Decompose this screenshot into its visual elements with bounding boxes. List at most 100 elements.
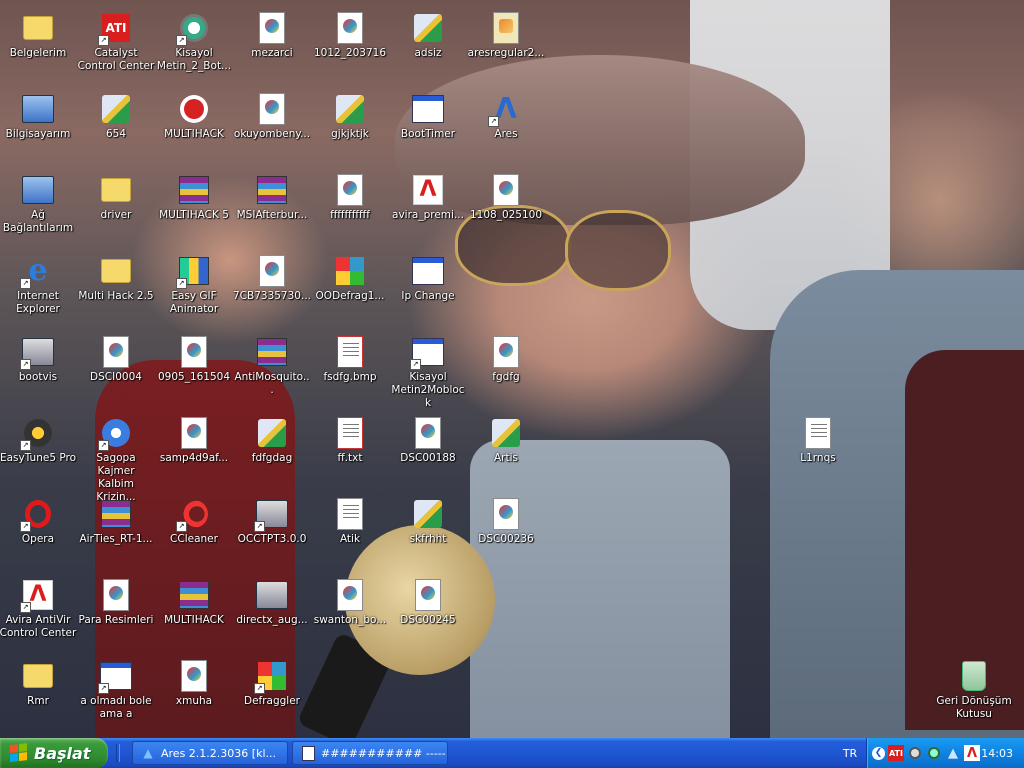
- desktop-icon-label: avira_premi...: [392, 209, 464, 221]
- desktop-icon[interactable]: OODefrag1...: [311, 255, 389, 303]
- desktop-icon-label: Bilgisayarım: [5, 128, 71, 140]
- ares-tray-icon[interactable]: ▲: [945, 745, 961, 761]
- desktop-icon[interactable]: Λ ↗ Avira AntiVir Control Center: [0, 579, 77, 640]
- desktop-icon[interactable]: ↗ bootvis: [0, 336, 77, 384]
- tray-icon-4[interactable]: [926, 745, 942, 761]
- desktop-icon[interactable]: okuyombeny...: [233, 93, 311, 141]
- image-file-icon: [256, 255, 288, 287]
- desktop-icon-label: Ip Change: [401, 290, 455, 302]
- desktop-icon[interactable]: fsdfg.bmp: [311, 336, 389, 384]
- desktop-icon-label: Belgelerim: [9, 47, 67, 59]
- desktop-icon[interactable]: Geri Dönüşüm Kutusu: [935, 660, 1013, 721]
- window-icon: ↗: [98, 660, 132, 694]
- shortcut-arrow-icon: ↗: [20, 440, 31, 451]
- desktop-icon[interactable]: directx_aug...: [233, 579, 311, 627]
- desktop-icon[interactable]: mezarci: [233, 12, 311, 60]
- clock[interactable]: 14:03: [981, 747, 1013, 760]
- desktop-icon[interactable]: 654: [77, 93, 155, 141]
- notepad-icon: [301, 745, 315, 761]
- start-label: Başlat: [34, 743, 91, 763]
- shortcut-arrow-icon: ↗: [254, 683, 265, 694]
- desktop-icon[interactable]: ↗ CCleaner: [155, 498, 233, 546]
- desktop-icon-label: AntiMosquito...: [234, 371, 310, 396]
- ati-tray-icon[interactable]: ATI: [888, 745, 904, 761]
- desktop-icon[interactable]: MSIAfterbur...: [233, 174, 311, 222]
- gif-animator-icon: ↗: [176, 255, 210, 289]
- desktop-icon[interactable]: ↗ Easy GIF Animator: [155, 255, 233, 316]
- shortcut-arrow-icon: ↗: [20, 521, 31, 532]
- desktop-icon[interactable]: ff.txt: [311, 417, 389, 465]
- system-tray: ❮ ATI ▲ Λ 14:03: [866, 738, 1024, 768]
- desktop-icon[interactable]: ↗ Sagopa Kajmer Kalbim Krizin...: [77, 417, 155, 504]
- desktop-icon[interactable]: 1108_025100: [467, 174, 545, 222]
- desktop-icon[interactable]: Ip Change: [389, 255, 467, 303]
- desktop-icon[interactable]: Para Resimleri: [77, 579, 155, 627]
- desktop-icon[interactable]: driver: [77, 174, 155, 222]
- desktop-icon[interactable]: 7CB7335730...: [233, 255, 311, 303]
- desktop-icon[interactable]: Atik: [311, 498, 389, 546]
- desktop-icon[interactable]: AirTies_RT-1...: [77, 498, 155, 546]
- desktop-icon[interactable]: AntiMosquito...: [233, 336, 311, 397]
- shortcut-arrow-icon: ↗: [254, 521, 265, 532]
- desktop-icon[interactable]: MULTIHACK: [155, 93, 233, 141]
- desktop-icon[interactable]: fffffffffff: [311, 174, 389, 222]
- desktop-icon[interactable]: e ↗ Internet Explorer: [0, 255, 77, 316]
- desktop-icon[interactable]: xmuha: [155, 660, 233, 708]
- desktop-icon[interactable]: gjkjktjk: [311, 93, 389, 141]
- desktop-icon-label: adsiz: [414, 47, 442, 59]
- window-icon: [412, 93, 444, 125]
- desktop-icon[interactable]: Belgelerim: [0, 12, 77, 60]
- desktop-icon[interactable]: ↗ EasyTune5 Pro: [0, 417, 77, 465]
- desktop-icon[interactable]: fgdfg: [467, 336, 545, 384]
- image-file-icon: [334, 174, 366, 206]
- desktop-icon[interactable]: ↗ a olmadı bole ama a: [77, 660, 155, 721]
- tray-icon-3[interactable]: [907, 745, 923, 761]
- desktop-icon[interactable]: 0905_161504: [155, 336, 233, 384]
- language-indicator[interactable]: TR: [836, 738, 864, 768]
- desktop-icon[interactable]: ↗ Kisayol Metin_2_Bot...: [155, 12, 233, 73]
- task-button-notepad[interactable]: ########### -----...: [292, 741, 448, 765]
- desktop-icon[interactable]: MULTIHACK 5: [155, 174, 233, 222]
- desktop-icon[interactable]: DSC00236: [467, 498, 545, 546]
- desktop-icon[interactable]: Multi Hack 2.5: [77, 255, 155, 303]
- desktop-icon[interactable]: DSC00188: [389, 417, 467, 465]
- desktop-icon[interactable]: DSC00245: [389, 579, 467, 627]
- paint-icon: [412, 498, 444, 530]
- desktop-icon[interactable]: adsiz: [389, 12, 467, 60]
- desktop-icon[interactable]: L1rnqs: [779, 417, 857, 465]
- desktop-icon[interactable]: swanton_bo...: [311, 579, 389, 627]
- show-hidden-icon[interactable]: ❮: [872, 746, 885, 760]
- desktop-icon-label: okuyombeny...: [233, 128, 311, 140]
- desktop-icon[interactable]: fdfgdag: [233, 417, 311, 465]
- desktop-icon[interactable]: DSCI0004: [77, 336, 155, 384]
- desktop-icon-label: Para Resimleri: [78, 614, 154, 626]
- desktop-icon-label: DSCI0004: [90, 371, 142, 383]
- desktop-icon[interactable]: BootTimer: [389, 93, 467, 141]
- avira-tray-icon[interactable]: Λ: [964, 745, 980, 761]
- avira-icon: Λ ↗: [20, 579, 54, 613]
- desktop-icon[interactable]: ↗ Opera: [0, 498, 77, 546]
- desktop-icon[interactable]: 1012_203716: [311, 12, 389, 60]
- start-button[interactable]: Başlat: [0, 738, 108, 768]
- image-file-icon: [100, 579, 132, 611]
- task-button-ares[interactable]: ▲ Ares 2.1.2.3036 [kl...: [132, 741, 288, 765]
- desktop-icon[interactable]: aresregular2...: [467, 12, 545, 60]
- shortcut-arrow-icon: ↗: [20, 602, 31, 613]
- desktop-icon[interactable]: skfrhht: [389, 498, 467, 546]
- shortcut-arrow-icon: ↗: [488, 116, 499, 127]
- image-file-icon: [178, 660, 210, 692]
- desktop-icon[interactable]: ↗ Kisayol Metin2Moblock: [389, 336, 467, 410]
- desktop-icon[interactable]: MULTIHACK: [155, 579, 233, 627]
- desktop-icon[interactable]: Ağ Bağlantılarım: [0, 174, 77, 235]
- desktop-icon[interactable]: ↗ OCCTPT3.0.0: [233, 498, 311, 546]
- desktop-icon[interactable]: Artis: [467, 417, 545, 465]
- desktop-icon[interactable]: ATI ↗ Catalyst Control Center: [77, 12, 155, 73]
- desktop-icon[interactable]: Bilgisayarım: [0, 93, 77, 141]
- wallpaper-shirt: [470, 440, 730, 738]
- desktop-icon[interactable]: Λ ↗ Ares: [467, 93, 545, 141]
- desktop-icon[interactable]: ↗ Defraggler: [233, 660, 311, 708]
- desktop-icon[interactable]: Λavira_premi...: [389, 174, 467, 222]
- ares-icon: Λ ↗: [488, 93, 522, 127]
- desktop-icon[interactable]: Rmr: [0, 660, 77, 708]
- desktop-icon[interactable]: samp4d9af...: [155, 417, 233, 465]
